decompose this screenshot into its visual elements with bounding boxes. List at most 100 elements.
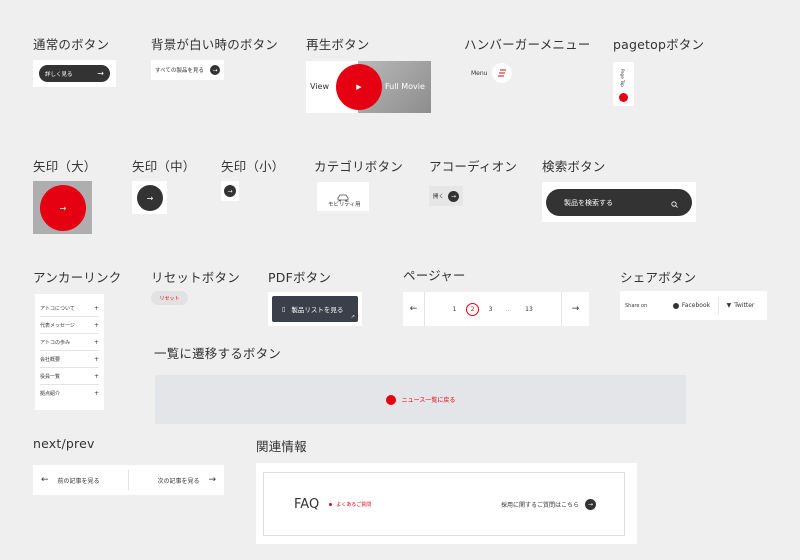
plus-icon: + (93, 321, 99, 329)
arrow-medium-button[interactable]: → (137, 185, 163, 211)
plus-icon: + (93, 304, 99, 312)
pager-page[interactable]: 13 (520, 306, 538, 313)
category-label: モビリティ用 (328, 202, 361, 208)
anchor-item[interactable]: 代表メッセージ + (40, 317, 99, 334)
related-info-box: FAQ よくあるご質問 採用に関するご質問はこちら → (256, 463, 637, 544)
arrow-right-icon: → (208, 475, 216, 485)
play-view-label: View (310, 82, 329, 91)
section-title-play-button: 再生ボタン (306, 37, 370, 52)
pager-page[interactable]: 1 (448, 306, 461, 313)
pager-page[interactable]: 3 (484, 306, 497, 313)
search-button-label: 製品を検索する (564, 198, 613, 207)
facebook-label: Facebook (681, 302, 711, 309)
arrow-up-icon (619, 93, 628, 102)
faq-title: FAQ (294, 496, 320, 512)
file-icon: ▯ (282, 305, 286, 313)
section-title-pdf: PDFボタン (268, 270, 332, 285)
anchor-item-label: 代表メッセージ (40, 322, 75, 329)
play-full-movie-label: Full Movie (385, 82, 425, 91)
pdf-button-label: 製品リストを見る (291, 306, 344, 314)
detail-button[interactable]: 詳しく見る → (39, 65, 110, 82)
share-twitter-button[interactable]: ▼ Twitter (719, 302, 762, 309)
back-to-news-button[interactable]: ニュース一覧に戻る (155, 375, 686, 424)
section-title-arrow-small: 矢印（小） (221, 159, 285, 174)
anchor-item[interactable]: 役員一覧 + (40, 368, 99, 385)
plus-icon: + (93, 355, 99, 363)
pdf-product-list-button[interactable]: ▯ 製品リストを見る ↗ (272, 296, 358, 322)
anchor-item[interactable]: 拠点紹介 + (40, 385, 99, 402)
pdf-button-demo: ▯ 製品リストを見る ↗ (268, 292, 362, 326)
category-button[interactable]: モビリティ用 (317, 182, 369, 211)
arrow-medium-demo: → (132, 181, 167, 214)
section-title-white-bg-button: 背景が白い時のボタン (151, 37, 279, 52)
arrow-right-icon: → (210, 65, 220, 75)
pager-prev-arrow-icon[interactable]: ← (403, 292, 425, 326)
play-button-demo[interactable]: View Full Movie ▶ (306, 61, 431, 113)
pager-next-arrow-icon[interactable]: → (561, 292, 589, 326)
anchor-link-list: アトコについて + 代表メッセージ + アトコの歩み + 会社概要 + 役員一覧 + 拠点… (35, 294, 104, 410)
plus-icon: + (93, 338, 99, 346)
accordion-toggle[interactable]: 開く → (429, 186, 463, 206)
pagetop-label: Page Top (620, 69, 625, 87)
share-label: Share on (625, 302, 648, 309)
back-to-news-label: ニュース一覧に戻る (401, 397, 456, 404)
prev-article-link[interactable]: ← 前の記事を見る (33, 470, 129, 490)
faq-subtitle: よくあるご質問 (336, 501, 372, 508)
section-title-normal-button: 通常のボタン (33, 37, 110, 52)
menu-label: Menu (471, 69, 488, 77)
section-title-pagetop: pagetopボタン (613, 37, 705, 52)
section-title-share: シェアボタン (620, 270, 697, 285)
reset-label: リセット (159, 295, 180, 302)
section-title-category: カテゴリボタン (314, 159, 403, 174)
share-facebook-button[interactable]: Facebook (665, 297, 719, 314)
play-icon: ▶ (336, 64, 382, 110)
arrow-left-icon (385, 394, 396, 405)
section-title-next-prev: next/prev (33, 436, 95, 451)
search-products-button[interactable]: 製品を検索する (546, 189, 692, 216)
twitter-icon: ▼ (726, 302, 732, 309)
prev-article-label: 前の記事を見る (57, 477, 100, 485)
anchor-item-label: 会社概要 (40, 356, 61, 363)
anchor-item-label: アトコの歩み (40, 339, 71, 346)
anchor-item[interactable]: アトコについて + (40, 300, 99, 317)
plus-icon: + (93, 390, 99, 397)
related-info-card[interactable]: FAQ よくあるご質問 採用に関するご質問はこちら → (263, 472, 625, 536)
section-title-related: 関連情報 (256, 439, 307, 454)
section-title-accordion: アコーディオン (429, 159, 518, 174)
pagetop-button[interactable]: Page Top (613, 62, 634, 106)
arrow-small-demo: → (221, 181, 239, 201)
hamburger-icon (492, 63, 513, 83)
anchor-item-label: アトコについて (40, 305, 75, 312)
next-article-link[interactable]: 次の記事を見る → (129, 475, 224, 485)
anchor-item-label: 拠点紹介 (40, 391, 61, 397)
arrow-large-button[interactable]: → (40, 185, 86, 231)
next-article-label: 次の記事を見る (157, 477, 200, 485)
section-title-hamburger: ハンバーガーメニュー (464, 37, 591, 52)
facebook-icon (672, 302, 679, 309)
section-title-list-transition: 一覧に遷移するボタン (154, 346, 282, 361)
plus-icon: + (93, 372, 99, 380)
anchor-item[interactable]: 会社概要 + (40, 351, 99, 368)
hamburger-menu-button[interactable]: Menu (465, 62, 517, 84)
reset-button[interactable]: リセット (151, 291, 188, 305)
pager-page-current[interactable]: 2 (466, 302, 479, 316)
all-products-label: すべての製品を見る (155, 68, 204, 74)
arrow-large-demo: → (33, 181, 92, 234)
arrow-right-icon: → (448, 190, 459, 202)
next-prev-nav: ← 前の記事を見る 次の記事を見る → (33, 465, 224, 495)
arrow-right-icon: → (585, 498, 596, 510)
pager: ← 1 2 3 … 13 → (403, 292, 589, 326)
detail-button-label: 詳しく見る (45, 71, 73, 78)
arrow-right-icon: → (97, 68, 104, 78)
anchor-item-label: 役員一覧 (40, 373, 61, 380)
section-title-reset: リセットボタン (151, 270, 240, 285)
anchor-item[interactable]: アトコの歩み + (40, 334, 99, 351)
accordion-label: 開く (433, 194, 445, 200)
arrow-small-button[interactable]: → (224, 185, 236, 197)
search-button-demo: 製品を検索する (542, 182, 696, 222)
normal-button-demo: 詳しく見る → (33, 60, 116, 87)
section-title-pager: ページャー (403, 268, 466, 283)
all-products-button[interactable]: すべての製品を見る → (151, 60, 224, 80)
section-title-arrow-large: 矢印（大） (33, 159, 97, 174)
arrow-left-icon: ← (41, 475, 49, 485)
